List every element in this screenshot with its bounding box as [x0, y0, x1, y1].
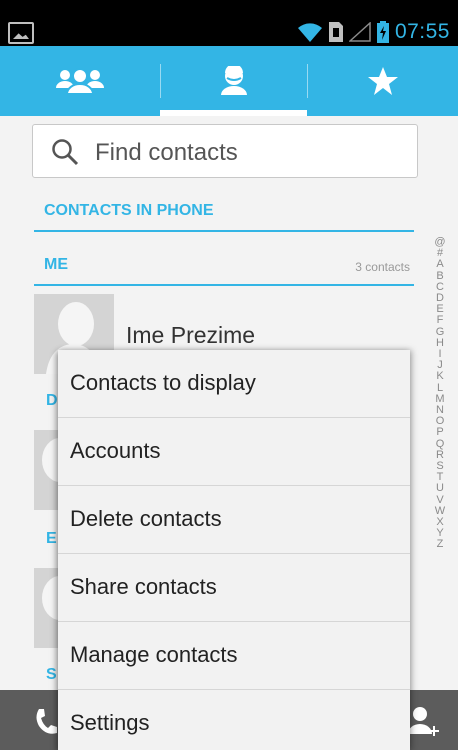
section-header-me: ME 3 contacts — [34, 250, 414, 286]
search-field[interactable]: Find contacts — [32, 124, 418, 178]
person-silhouette-icon — [42, 576, 58, 620]
wifi-icon — [297, 23, 322, 42]
section-letter: E — [46, 530, 57, 547]
menu-item-label: Settings — [70, 710, 150, 735]
signal-icon — [348, 22, 371, 42]
menu-item-accounts[interactable]: Accounts — [58, 418, 410, 486]
status-icons: 07:55 — [297, 18, 450, 46]
person-silhouette-icon — [42, 438, 58, 482]
menu-item-contacts-to-display[interactable]: Contacts to display — [58, 350, 410, 418]
tab-groups[interactable] — [0, 46, 160, 116]
clock: 07:55 — [394, 20, 450, 43]
groups-icon — [56, 68, 104, 95]
section-header-contacts-in-phone: CONTACTS IN PHONE — [34, 196, 414, 232]
menu-item-settings[interactable]: Settings — [58, 690, 410, 750]
menu-item-label: Manage contacts — [70, 642, 238, 667]
star-icon — [367, 67, 398, 95]
tab-favorites[interactable] — [307, 46, 458, 116]
alphabet-index-letter[interactable]: F — [437, 315, 444, 326]
menu-item-label: Accounts — [70, 438, 161, 463]
menu-item-label: Contacts to display — [70, 370, 256, 395]
alphabet-index-letter[interactable]: Z — [437, 539, 444, 550]
alphabet-index[interactable]: @ # A B C D E F G H I J K L M N O P Q R S T U V W X Y Z — [430, 236, 450, 551]
alphabet-index-letter[interactable]: P — [436, 427, 443, 438]
alphabet-index-letter[interactable]: K — [436, 371, 443, 382]
menu-item-share-contacts[interactable]: Share contacts — [58, 554, 410, 622]
status-bar: 07:55 — [0, 0, 458, 46]
section-title: ME — [44, 256, 68, 273]
menu-item-manage-contacts[interactable]: Manage contacts — [58, 622, 410, 690]
alphabet-index-letter[interactable]: A — [436, 259, 443, 270]
tab-bar — [0, 46, 458, 116]
overflow-menu: Contacts to display Accounts Delete cont… — [58, 350, 410, 750]
tab-contacts[interactable] — [160, 46, 307, 116]
contact-photo[interactable] — [34, 568, 58, 648]
contact-name[interactable]: Ime Prezime — [126, 322, 255, 349]
search-input[interactable]: Find contacts — [95, 139, 238, 167]
phone-icon[interactable] — [34, 708, 58, 736]
battery-charging-icon — [376, 21, 389, 43]
search-icon — [52, 139, 79, 166]
menu-item-label: Delete contacts — [70, 506, 222, 531]
contact-photo[interactable] — [34, 430, 58, 510]
menu-item-label: Share contacts — [70, 574, 217, 599]
gallery-notification-icon — [8, 22, 34, 44]
person-icon — [220, 66, 247, 95]
section-title: CONTACTS IN PHONE — [44, 202, 214, 219]
section-letter: D — [46, 392, 58, 409]
add-contact-icon[interactable] — [408, 704, 440, 740]
menu-item-delete-contacts[interactable]: Delete contacts — [58, 486, 410, 554]
alphabet-index-letter[interactable]: U — [436, 483, 444, 494]
section-letter: S — [46, 666, 57, 683]
sim-card-icon — [328, 22, 343, 42]
contact-count: 3 contacts — [355, 260, 410, 274]
